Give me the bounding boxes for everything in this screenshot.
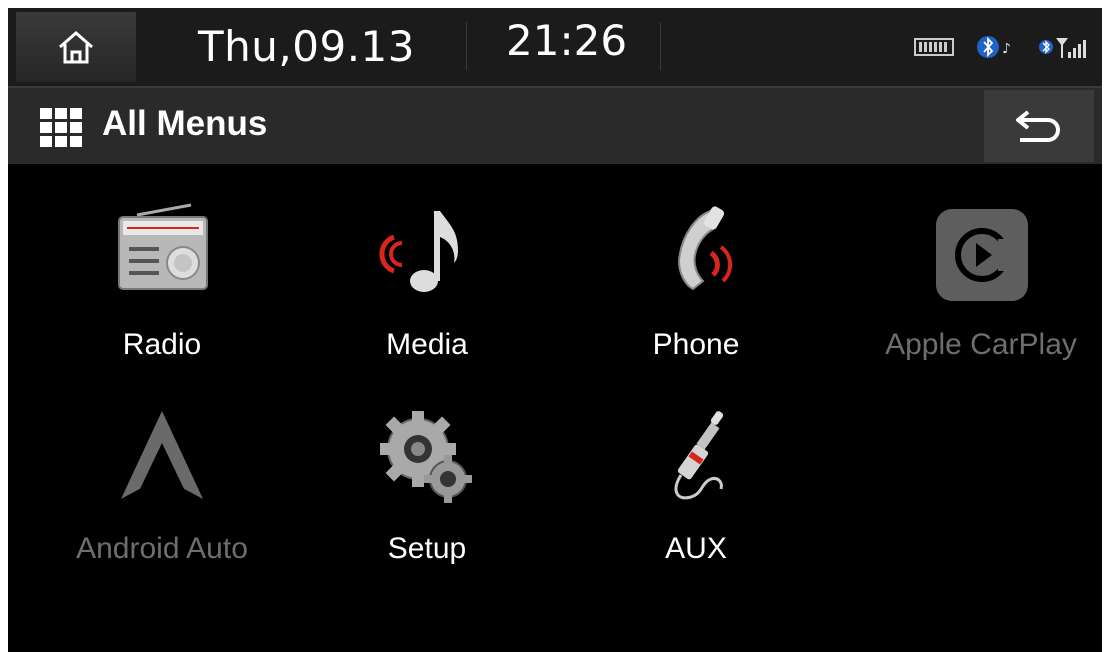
menu-item-aux[interactable]: AUX (581, 400, 811, 590)
menu-item-label: Phone (652, 328, 740, 361)
music-note-icon (372, 196, 482, 306)
menu-item-apple-carplay[interactable]: Apple CarPlay (866, 196, 1096, 386)
menu-item-label: Setup (387, 532, 467, 565)
all-menus-grid-icon (40, 108, 84, 148)
menu-item-setup[interactable]: Setup (312, 400, 542, 590)
menu-item-label: AUX (665, 532, 727, 565)
menu-item-media[interactable]: Media (312, 196, 542, 386)
menu-item-android-auto[interactable]: Android Auto (47, 400, 277, 590)
status-bar: Thu,09.13 21:26 ♪ (8, 8, 1102, 88)
status-icons: ♪ (914, 34, 1092, 60)
svg-text:♪: ♪ (1002, 41, 1011, 57)
android-auto-icon (107, 400, 217, 510)
home-button[interactable] (16, 12, 136, 82)
battery-icon (914, 38, 954, 56)
menu-item-label: Android Auto (76, 532, 248, 565)
menu-item-label: Media (386, 328, 468, 361)
home-icon (59, 31, 93, 64)
back-button[interactable] (984, 90, 1094, 162)
carplay-icon (926, 196, 1036, 306)
back-arrow-icon (1016, 110, 1060, 142)
menu-item-radio[interactable]: Radio (47, 196, 277, 386)
gear-icon (372, 400, 482, 510)
aux-jack-icon (641, 400, 751, 510)
bluetooth-signal-icon (1039, 38, 1086, 58)
menu-item-label: Radio (122, 328, 202, 361)
status-separator (660, 22, 661, 70)
clock-display: 21:26 (506, 16, 628, 65)
date-display: Thu,09.13 (198, 22, 415, 71)
status-separator (466, 22, 467, 70)
bluetooth-audio-icon: ♪ (977, 36, 1011, 58)
menu-item-phone[interactable]: Phone (581, 196, 811, 386)
radio-icon (107, 196, 217, 306)
phone-icon (641, 196, 751, 306)
title-bar: All Menus (8, 88, 1102, 164)
head-unit-screen: Thu,09.13 21:26 ♪ All Menus Radio Media … (8, 8, 1102, 652)
page-title: All Menus (102, 104, 268, 143)
menu-item-label: Apple CarPlay (885, 328, 1077, 361)
